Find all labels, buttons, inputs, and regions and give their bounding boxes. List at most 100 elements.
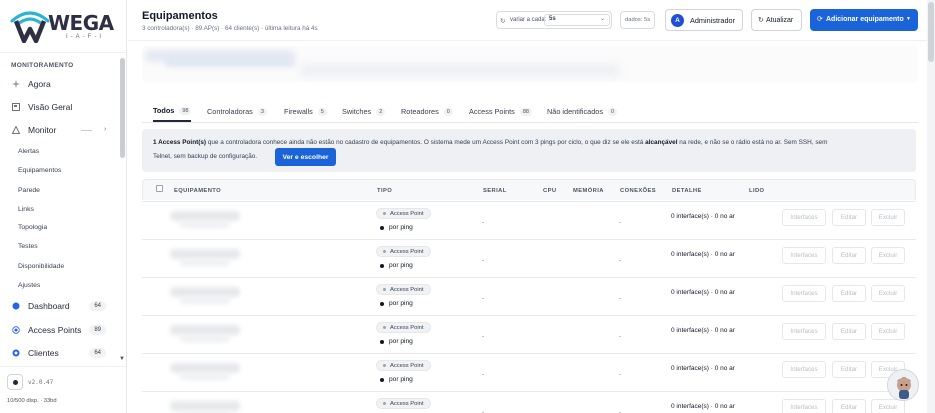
column-header-lido[interactable]: LIDO	[749, 188, 764, 194]
edit-button[interactable]: Editar	[832, 399, 866, 413]
sidebar-subitem-topologia[interactable]: Topologia	[18, 224, 47, 231]
equipment-name-blurred	[170, 325, 240, 335]
table-row[interactable]: Access Point por ping - - 0 interface(s)…	[142, 391, 916, 413]
column-header-equipamento[interactable]: EQUIPAMENTO	[174, 188, 221, 194]
sidebar-subitem-alertas[interactable]: Alertas	[18, 148, 39, 155]
tab-todos[interactable]: Todos 98	[153, 101, 192, 122]
edit-button[interactable]: Editar	[832, 247, 866, 264]
tab-count: 0	[443, 107, 453, 116]
sidebar-item-monitor[interactable]: Monitor	[8, 121, 116, 139]
ping-dot-icon	[380, 301, 384, 306]
equipment-name-blurred	[170, 363, 240, 373]
connections-value: -	[619, 333, 622, 340]
monitor-alert-icon	[11, 125, 21, 134]
delete-button[interactable]: Excluir	[871, 247, 905, 264]
tab-roteadores[interactable]: Roteadores 0	[401, 101, 453, 122]
table-row[interactable]: Access Point por ping - - 0 interface(s)…	[142, 201, 916, 239]
interfaces-button[interactable]: Interfaces	[782, 323, 826, 340]
tab-switches[interactable]: Switches 2	[342, 101, 386, 122]
interfaces-button[interactable]: Interfaces	[782, 209, 826, 226]
connections-value: -	[619, 371, 622, 378]
interfaces-button[interactable]: Interfaces	[782, 361, 826, 378]
wifi-logo-icon	[10, 11, 50, 43]
wega-logo[interactable]: WEGA I-A-F-I	[8, 7, 120, 43]
sidebar-item-dashboard[interactable]: Dashboard 64	[8, 297, 116, 315]
serial-value: -	[482, 409, 485, 413]
tab-nao-identificados[interactable]: Não identificados 0	[547, 101, 618, 122]
sidebar-divider	[0, 52, 126, 53]
delete-button[interactable]: Excluir	[871, 209, 905, 226]
monitoring-label: por ping	[389, 300, 413, 307]
sidebar-subitem-equipamentos[interactable]: Equipamentos	[18, 167, 61, 174]
interfaces-button[interactable]: Interfaces	[782, 247, 826, 264]
sidebar-item-agora[interactable]: Agora	[8, 75, 116, 93]
edit-button[interactable]: Editar	[832, 285, 866, 302]
status-dot-icon	[383, 288, 386, 291]
edit-button[interactable]: Editar	[832, 361, 866, 378]
status-dot-icon	[383, 212, 386, 215]
clients-count-badge: 64	[89, 348, 106, 358]
chevron-right-icon[interactable]: ›	[104, 126, 106, 133]
column-header-tipo[interactable]: TIPO	[377, 188, 392, 194]
column-header-detalhe[interactable]: DETALHE	[672, 188, 702, 194]
add-equipment-button[interactable]: ⟳ Adicionar equipamento ▼	[810, 9, 918, 31]
sidebar-scrollbar[interactable]	[120, 58, 125, 158]
table-row[interactable]: Access Point por ping - - 0 interface(s)…	[142, 277, 916, 315]
ping-dot-icon	[380, 339, 384, 344]
ping-dot-icon	[380, 225, 384, 230]
serial-value: -	[482, 371, 485, 378]
page-scroll-thumb[interactable]	[928, 2, 934, 62]
status-dot-icon	[383, 250, 386, 253]
sidebar-item-clientes[interactable]: Clientes 64	[8, 344, 116, 362]
sidebar-subitem-disponibilidade[interactable]: Disponibilidade	[18, 263, 64, 270]
equipment-address-blurred	[180, 259, 230, 266]
tab-label: Não identificados	[547, 107, 603, 116]
refresh-interval-select[interactable]: 5s ⌄	[544, 14, 610, 26]
header-divider	[128, 40, 935, 41]
column-header-conexoes[interactable]: CONEXÕES	[620, 188, 656, 194]
delete-button[interactable]: Excluir	[871, 285, 905, 302]
equipment-address-blurred	[180, 335, 230, 342]
detail-value: 0 interface(s) · 0 no ar	[671, 213, 735, 220]
page-scrollbar[interactable]	[927, 0, 935, 413]
edit-button[interactable]: Editar	[832, 323, 866, 340]
sidebar-subitem-links[interactable]: Links	[18, 206, 34, 213]
delete-button[interactable]: Excluir	[871, 323, 905, 340]
interfaces-button[interactable]: Interfaces	[782, 285, 826, 302]
sidebar-subitem-parede[interactable]: Parede	[18, 187, 40, 194]
interfaces-button[interactable]: Interfaces	[782, 399, 826, 413]
see-and-choose-button[interactable]: Ver e escolher	[275, 148, 336, 166]
equipment-name-blurred	[170, 249, 240, 259]
device-usage: 10/500 disp. · 33bd	[7, 398, 57, 404]
column-header-serial[interactable]: SERIAL	[483, 188, 507, 194]
scroll-down-arrow-icon[interactable]: ▼	[119, 356, 125, 362]
tab-controladoras[interactable]: Controladoras 3	[207, 101, 267, 122]
tab-access-points[interactable]: Access Points 88	[469, 101, 532, 122]
refresh-interval-control: ↻ variar a cada: 5s ⌄	[496, 11, 612, 29]
sidebar-subitem-testes[interactable]: Testes	[18, 243, 38, 250]
theme-toggle-button[interactable]	[7, 374, 23, 390]
tab-label: Access Points	[469, 107, 515, 116]
user-menu-button[interactable]: A Administrador	[665, 9, 743, 31]
table-row[interactable]: Access Point por ping - - 0 interface(s)…	[142, 353, 916, 391]
notice-text: que a controladora conhece ainda não est…	[206, 139, 646, 146]
sidebar-item-visao-geral[interactable]: Visão Geral	[8, 98, 116, 116]
sparkle-icon	[12, 80, 20, 88]
select-all-checkbox[interactable]	[156, 185, 163, 192]
tab-firewalls[interactable]: Firewalls 5	[284, 101, 327, 122]
sidebar-item-access-points[interactable]: Access Points 89	[8, 321, 116, 339]
type-label: Access Point	[390, 248, 424, 255]
table-row[interactable]: Access Point por ping - - 0 interface(s)…	[142, 239, 916, 277]
column-header-cpu[interactable]: CPU	[543, 188, 556, 194]
refresh-button[interactable]: ↻ Atualizar	[751, 9, 802, 31]
edit-button[interactable]: Editar	[832, 209, 866, 226]
sidebar-subitem-ajustes[interactable]: Ajustes	[18, 282, 40, 289]
delete-button[interactable]: Excluir	[871, 399, 905, 413]
serial-value: -	[482, 295, 485, 302]
table-row[interactable]: Access Point por ping - - 0 interface(s)…	[142, 315, 916, 353]
floating-assistant-avatar[interactable]	[887, 369, 919, 401]
column-header-memoria[interactable]: MEMÓRIA	[573, 188, 604, 194]
equipment-address-blurred	[180, 221, 230, 228]
equipment-address-blurred	[180, 373, 230, 380]
data-age-indicator: dados: 5s	[620, 11, 655, 29]
